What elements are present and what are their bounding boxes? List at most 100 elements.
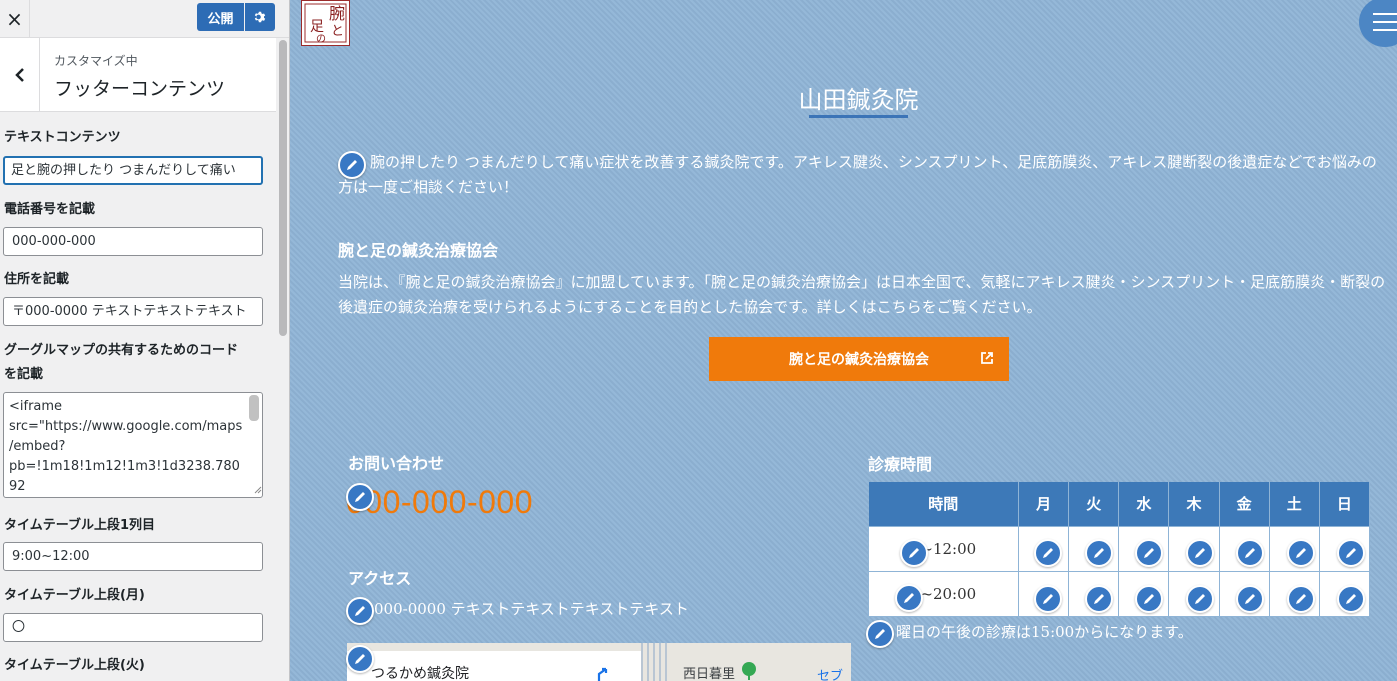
publish-button[interactable]: 公開 [197,3,244,31]
pencil-icon [1245,548,1255,558]
text-content-label: テキストコンテンツ [4,130,121,145]
map-code-label-line2: を記載 [4,367,44,382]
panel-scroll-thumb[interactable] [279,40,287,336]
text-content-input[interactable]: 足と腕の押したり つまんだりして痛い [3,156,263,185]
edit-shortcut-hours-note[interactable] [866,620,894,648]
edit-shortcut-time-2[interactable] [895,584,923,612]
column-header-tue: 火 [1068,482,1120,526]
edit-shortcut-fri-1[interactable] [1236,539,1264,567]
address-input[interactable]: 〒000-0000 テキストテキストテキスト [3,297,263,326]
edit-shortcut-thu-1[interactable] [1186,539,1214,567]
edit-shortcut-wed-1[interactable] [1135,539,1163,567]
pencil-icon [1195,548,1205,558]
edit-shortcut-wed-2[interactable] [1135,585,1163,613]
edit-shortcut-sun-2[interactable] [1337,585,1365,613]
pencil-icon [909,548,919,558]
hamburger-line [1373,13,1397,15]
customizer-panel: × 公開 カスタマイズ中 フッターコンテンツ テキストコンテンツ 足と腕の押した… [0,0,290,681]
intro-text: 腕の押したり つまんだりして痛い症状を改善する鍼灸院です。アキレス腱炎、シンスプ… [338,153,1377,196]
pencil-icon [904,593,914,603]
edit-shortcut-tue-2[interactable] [1085,585,1113,613]
site-title: 山田鍼灸院 [798,86,919,114]
map-code-textarea[interactable]: <iframe src="https://www.google.com/maps… [3,392,263,498]
logo-char-2: と [331,24,344,39]
address-text: 000-0000 テキストテキストテキストテキスト [374,600,689,618]
pencil-icon [1245,594,1255,604]
google-map-embed[interactable]: つるかめ鍼灸院 西日暮里 セブン [347,643,851,681]
pencil-icon [1043,594,1053,604]
close-icon: × [6,7,23,31]
timetable-tue-label: タイムテーブル上段(火) [4,658,145,673]
textarea-scrollbar[interactable] [249,395,259,421]
association-button-label: 腕と足の鍼灸治療協会 [789,352,929,368]
close-button[interactable]: × [0,0,30,38]
customizer-header: × 公開 [0,0,289,38]
column-header-time: 時間 [868,482,1019,526]
association-link-button[interactable]: 腕と足の鍼灸治療協会 [709,337,1009,381]
resize-handle-icon[interactable] [252,484,262,494]
edit-shortcut-tue-1[interactable] [1085,539,1113,567]
pencil-icon [1346,548,1356,558]
site-logo[interactable]: 腕 と 足 の [301,0,350,46]
time-cell: 0~12:00 [868,525,1019,572]
pencil-icon [875,629,885,639]
pencil-icon [1296,594,1306,604]
phone-number[interactable]: 000-000-000 [346,484,533,521]
section-title: フッターコンテンツ [54,78,226,100]
publish-settings-button[interactable] [245,3,275,31]
edit-shortcut-sat-1[interactable] [1287,539,1315,567]
column-header-fri: 金 [1219,482,1270,526]
timetable-mon-label: タイムテーブル上段(月) [4,588,145,603]
customizing-label: カスタマイズ中 [54,54,138,68]
pencil-icon [1144,594,1154,604]
phone-input[interactable]: 000-000-000 [3,227,263,256]
chevron-left-icon [14,68,24,82]
phone-label: 電話番号を記載 [4,202,96,217]
hours-heading: 診療時間 [868,455,933,474]
column-header-sun: 日 [1319,482,1371,526]
map-code-label-line1: グーグルマップの共有するためのコード [4,343,239,358]
hours-note: 曜日の午後の診療は15:00からになります。 [896,623,1193,641]
map-station-label: 西日暮里 [683,667,736,681]
external-link-icon [981,352,993,364]
column-header-thu: 木 [1168,482,1220,526]
timetable-1-label: タイムテーブル上段1列目 [4,518,156,533]
edit-shortcut-sat-2[interactable] [1287,585,1315,613]
title-underline [809,115,908,118]
association-heading: 腕と足の鍼灸治療協会 [338,241,499,260]
logo-char-4: の [316,34,326,45]
pencil-icon [355,606,365,616]
map-place-name[interactable]: つるかめ鍼灸院 [371,663,469,681]
pencil-icon [1296,548,1306,558]
timetable-mon-input[interactable]: 〇 [3,613,263,642]
time-cell: 0~20:00 [868,570,1019,617]
directions-icon[interactable] [595,665,613,681]
edit-shortcut-address[interactable] [346,597,374,625]
edit-shortcut-phone[interactable] [346,483,374,511]
edit-shortcut-sun-1[interactable] [1337,539,1365,567]
edit-shortcut-mon-1[interactable] [1034,539,1062,567]
back-button[interactable] [0,38,40,112]
map-railway [641,643,671,681]
panel-scrollbar[interactable] [276,38,289,681]
contact-heading: お問い合わせ [348,454,445,473]
logo-char-1: 腕 [329,4,345,23]
edit-shortcut-mon-2[interactable] [1034,585,1062,613]
edit-shortcut-thu-2[interactable] [1186,585,1214,613]
address-label: 住所を記載 [4,272,70,287]
edit-shortcut-fri-2[interactable] [1236,585,1264,613]
pencil-icon [355,492,365,502]
map-shop-label: セブン [817,669,844,681]
pencil-icon [1144,548,1154,558]
menu-button[interactable] [1359,0,1397,47]
pencil-icon [1094,548,1104,558]
edit-shortcut-time-1[interactable] [900,539,928,567]
pencil-icon [1195,594,1205,604]
edit-shortcut-map[interactable] [346,645,374,673]
site-preview: 腕 と 足 の 山田鍼灸院 腕の押したり つまんだりして痛い症状を改善する鍼灸院… [290,0,1397,681]
section-header: カスタマイズ中 フッターコンテンツ [0,38,276,112]
hamburger-line [1373,21,1397,23]
column-header-sat: 土 [1269,482,1320,526]
timetable-1-input[interactable]: 9:00~12:00 [3,542,263,571]
pencil-icon [1043,548,1053,558]
